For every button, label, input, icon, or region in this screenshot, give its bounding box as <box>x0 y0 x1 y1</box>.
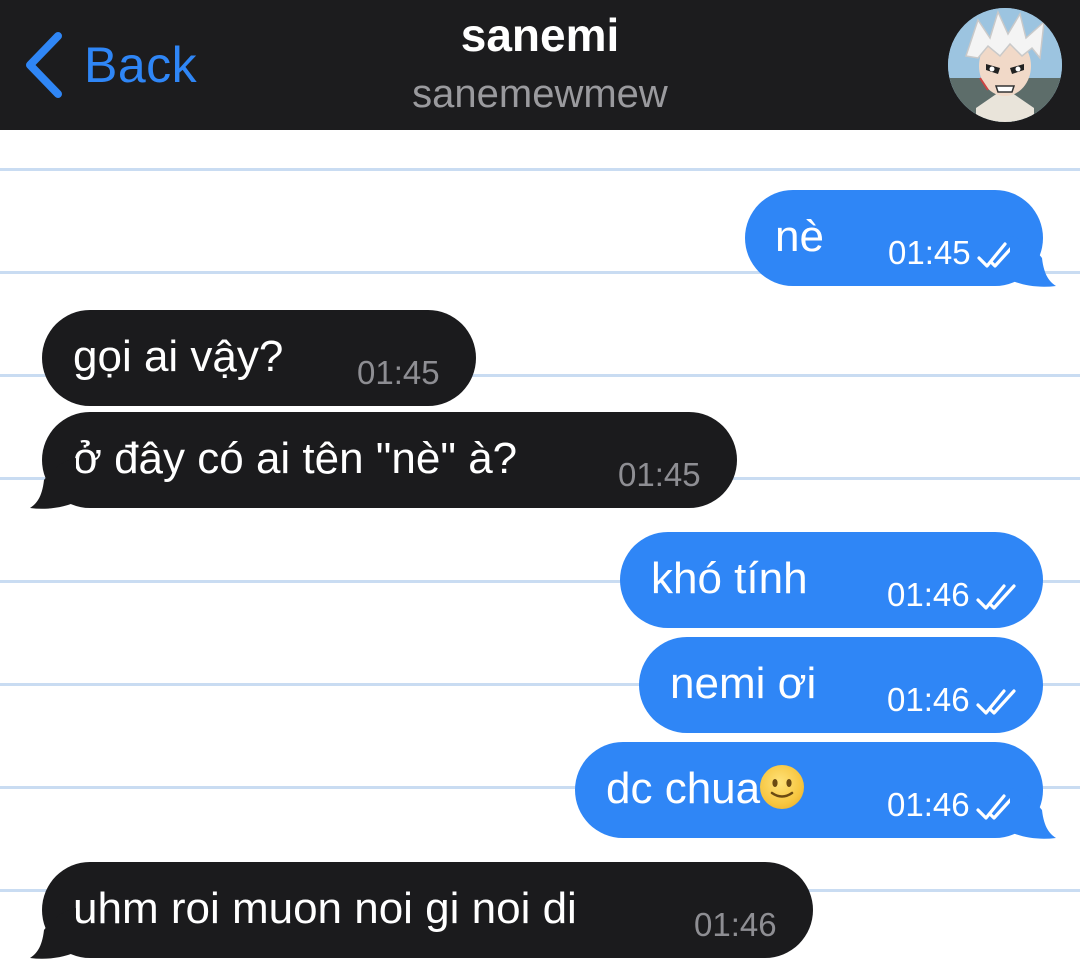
message-time: 01:45 <box>888 234 971 271</box>
avatar-image <box>948 8 1062 122</box>
message-text: uhm roi muon noi gi noi di <box>73 884 577 933</box>
message-text: nè <box>775 212 824 261</box>
chat-header: Back sanemi sanemewmew <box>0 0 1080 130</box>
message-bubble-incoming[interactable]: ở đây có ai tên "nè" à? 01:45 <box>42 412 737 508</box>
message-time: 01:46 <box>887 576 970 613</box>
message-bubble-outgoing[interactable]: dc chua 01:46 <box>575 742 1043 838</box>
contact-username: sanemewmew <box>412 72 668 116</box>
slightly-smiling-face-icon <box>760 765 805 809</box>
message-time: 01:46 <box>887 681 970 718</box>
message-bubble-outgoing[interactable]: khó tính 01:46 <box>620 532 1043 628</box>
message-bubble-outgoing[interactable]: nemi ơi 01:46 <box>639 637 1043 733</box>
message-text: khó tính <box>651 554 808 603</box>
double-check-icon <box>976 584 1016 610</box>
double-check-icon <box>976 689 1016 715</box>
message-time: 01:46 <box>887 786 970 823</box>
message-text: gọi ai vậy? <box>73 332 284 381</box>
bubble-tail <box>1010 788 1056 839</box>
message-time: 01:45 <box>618 456 701 493</box>
message-text: dc chua <box>606 764 805 814</box>
message-text: ở đây có ai tên "nè" à? <box>73 434 518 483</box>
bubble-tail <box>1010 236 1056 287</box>
bubble-tail <box>30 908 76 959</box>
message-text-content: dc chua <box>606 764 761 813</box>
bubble-tail <box>30 458 76 509</box>
message-bubble-outgoing[interactable]: nè 01:45 <box>745 190 1043 286</box>
contact-name: sanemi <box>460 9 620 61</box>
message-bubble-incoming[interactable]: uhm roi muon noi gi noi di 01:46 <box>42 862 813 958</box>
avatar[interactable] <box>948 8 1062 122</box>
message-text: nemi ơi <box>670 659 817 708</box>
message-time: 01:45 <box>357 354 440 391</box>
message-time: 01:46 <box>694 906 777 943</box>
message-bubble-incoming[interactable]: gọi ai vậy? 01:45 <box>42 310 476 406</box>
